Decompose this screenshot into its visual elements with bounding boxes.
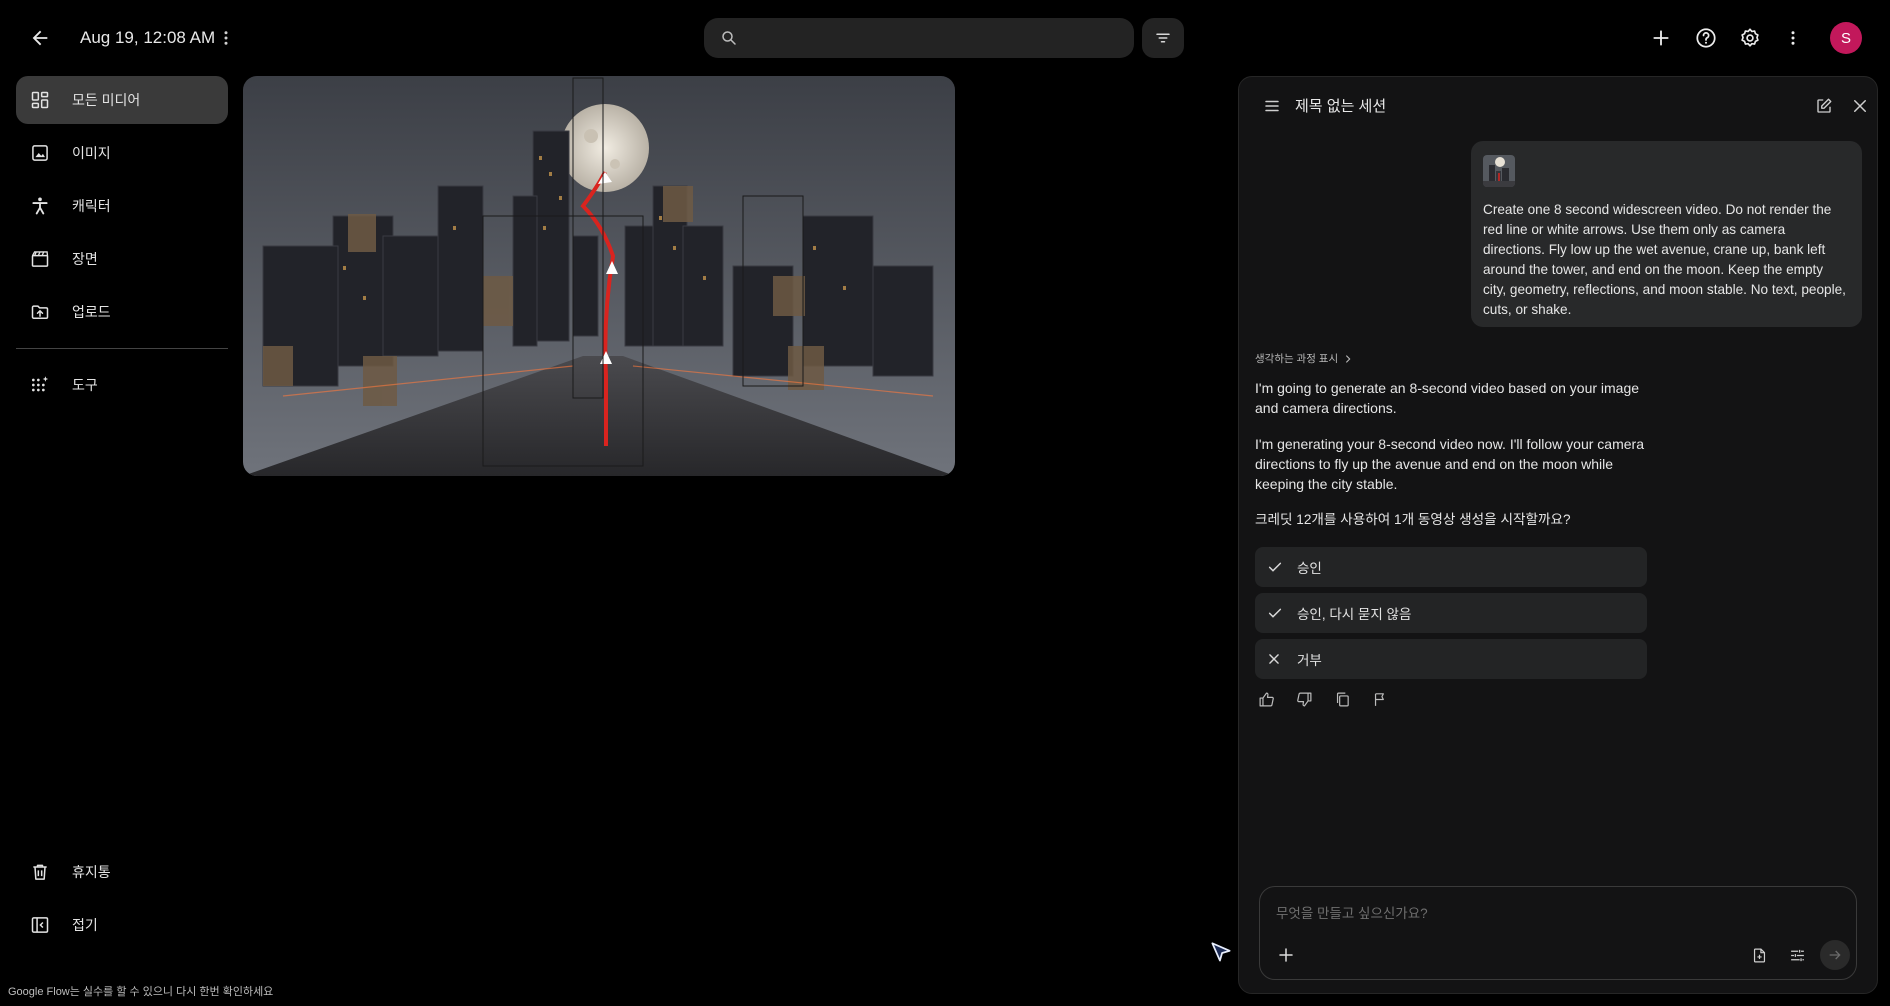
sidebar-item-tools[interactable]: 도구 — [16, 361, 228, 409]
sidebar-item-label: 업로드 — [72, 304, 111, 320]
chat-panel: 제목 없는 세션 Create one 8 second widescreen … — [1238, 76, 1878, 994]
copy-icon — [1336, 692, 1349, 706]
thumbs-up-icon — [1259, 692, 1274, 706]
approve-label: 승인 — [1297, 561, 1322, 576]
check-icon — [1267, 605, 1285, 621]
more-vert-icon — [1791, 31, 1795, 45]
sidebar-item-characters[interactable]: 캐릭터 — [16, 182, 228, 230]
scene-icon — [28, 247, 52, 271]
grid-icon — [28, 88, 52, 112]
sidebar: 모든 미디어 이미지 캐릭터 장면 업로드 도구 휴지통 접기 — [0, 76, 240, 1006]
note-add-icon — [1753, 948, 1765, 962]
filter-button[interactable] — [1142, 18, 1184, 58]
sidebar-item-collapse[interactable]: 접기 — [16, 901, 228, 949]
edit-icon — [1817, 98, 1832, 113]
upload-icon — [28, 300, 52, 324]
close-icon — [1267, 652, 1285, 666]
reject-button[interactable]: 거부 — [1255, 639, 1647, 679]
top-bar: Aug 19, 12:08 AM S — [0, 0, 1890, 76]
sidebar-item-uploads[interactable]: 업로드 — [16, 288, 228, 336]
collapse-icon — [28, 913, 52, 937]
date-more-button[interactable] — [212, 22, 240, 54]
copy-button[interactable] — [1331, 688, 1353, 710]
new-session-button[interactable] — [1809, 91, 1839, 121]
add-media-button[interactable] — [1272, 941, 1300, 969]
sidebar-item-label: 도구 — [72, 377, 98, 393]
close-icon — [1854, 100, 1866, 112]
help-icon — [1696, 28, 1716, 48]
more-options-button[interactable] — [1778, 20, 1808, 56]
sidebar-item-scenes[interactable]: 장면 — [16, 235, 228, 283]
sidebar-item-images[interactable]: 이미지 — [16, 129, 228, 177]
thumbs-down-button[interactable] — [1293, 688, 1315, 710]
generation-settings-button[interactable] — [1784, 942, 1810, 968]
send-button[interactable] — [1820, 940, 1850, 970]
arrow-back-icon — [32, 30, 48, 46]
close-panel-button[interactable] — [1845, 91, 1875, 121]
search-input[interactable] — [748, 18, 1128, 58]
search-icon — [722, 31, 736, 45]
menu-icon — [1265, 100, 1279, 112]
user-message: Create one 8 second widescreen video. Do… — [1471, 141, 1862, 327]
flag-icon — [1374, 692, 1384, 706]
chevron-right-icon — [1346, 354, 1351, 363]
image-icon — [28, 141, 52, 165]
show-thinking-toggle[interactable]: 생각하는 과정 표시 — [1255, 351, 1353, 366]
approve-button[interactable]: 승인 — [1255, 547, 1647, 587]
sidebar-item-label: 접기 — [72, 917, 98, 933]
chat-title: 제목 없는 세션 — [1295, 98, 1387, 115]
trash-icon — [28, 860, 52, 884]
chat-menu-button[interactable] — [1257, 91, 1287, 121]
report-button[interactable] — [1369, 688, 1391, 710]
back-button[interactable] — [22, 20, 58, 56]
sidebar-item-trash[interactable]: 휴지통 — [16, 848, 228, 896]
assistant-message-paragraph: I'm generating your 8-second video now. … — [1255, 436, 1644, 492]
help-button[interactable] — [1688, 20, 1724, 56]
sidebar-item-label: 장면 — [72, 251, 98, 267]
plus-icon — [1653, 30, 1669, 46]
attached-image-thumbnail[interactable] — [1483, 155, 1515, 187]
sidebar-item-label: 캐릭터 — [72, 198, 111, 214]
sidebar-item-label: 이미지 — [72, 145, 111, 161]
thumbs-up-button[interactable] — [1255, 688, 1277, 710]
reject-label: 거부 — [1297, 653, 1322, 668]
prompt-composer — [1259, 886, 1857, 980]
check-icon — [1267, 559, 1285, 575]
sidebar-item-label: 모든 미디어 — [72, 92, 141, 108]
assistant-message-paragraph: I'm going to generate an 8-second video … — [1255, 380, 1640, 416]
attach-reference-button[interactable] — [1746, 942, 1772, 968]
approve-dont-ask-label: 승인, 다시 묻지 않음 — [1297, 607, 1412, 622]
approve-dont-ask-button[interactable]: 승인, 다시 묻지 않음 — [1255, 593, 1647, 633]
media-thumbnail[interactable] — [243, 76, 955, 476]
disclaimer-text: Google Flow는 실수를 할 수 있으니 다시 한번 확인하세요 — [8, 986, 274, 998]
filter-icon — [1156, 33, 1170, 43]
show-thinking-label: 생각하는 과정 표시 — [1255, 353, 1339, 365]
sidebar-item-label: 휴지통 — [72, 864, 111, 880]
tune-icon — [1790, 949, 1804, 961]
sidebar-item-all-media[interactable]: 모든 미디어 — [16, 76, 228, 124]
cursor-pointer-icon — [1208, 940, 1234, 966]
gear-icon — [1741, 28, 1759, 47]
search-box[interactable] — [704, 18, 1134, 58]
plus-icon — [1279, 948, 1293, 962]
more-vert-icon — [224, 31, 228, 45]
character-icon — [28, 194, 52, 218]
avatar[interactable]: S — [1830, 22, 1862, 54]
sidebar-divider — [16, 348, 228, 349]
user-message-text: Create one 8 second widescreen video. Do… — [1483, 202, 1846, 317]
thumbs-down-icon — [1296, 692, 1311, 706]
tools-icon — [28, 373, 52, 397]
add-button[interactable] — [1644, 20, 1678, 56]
confirmation-question: 크레딧 12개를 사용하여 1개 동영상 생성을 시작할까요? — [1255, 512, 1571, 527]
arrow-forward-icon — [1829, 950, 1841, 960]
prompt-input[interactable] — [1276, 901, 1836, 925]
page-date-title: Aug 19, 12:08 AM — [80, 28, 216, 47]
settings-button[interactable] — [1732, 20, 1768, 56]
